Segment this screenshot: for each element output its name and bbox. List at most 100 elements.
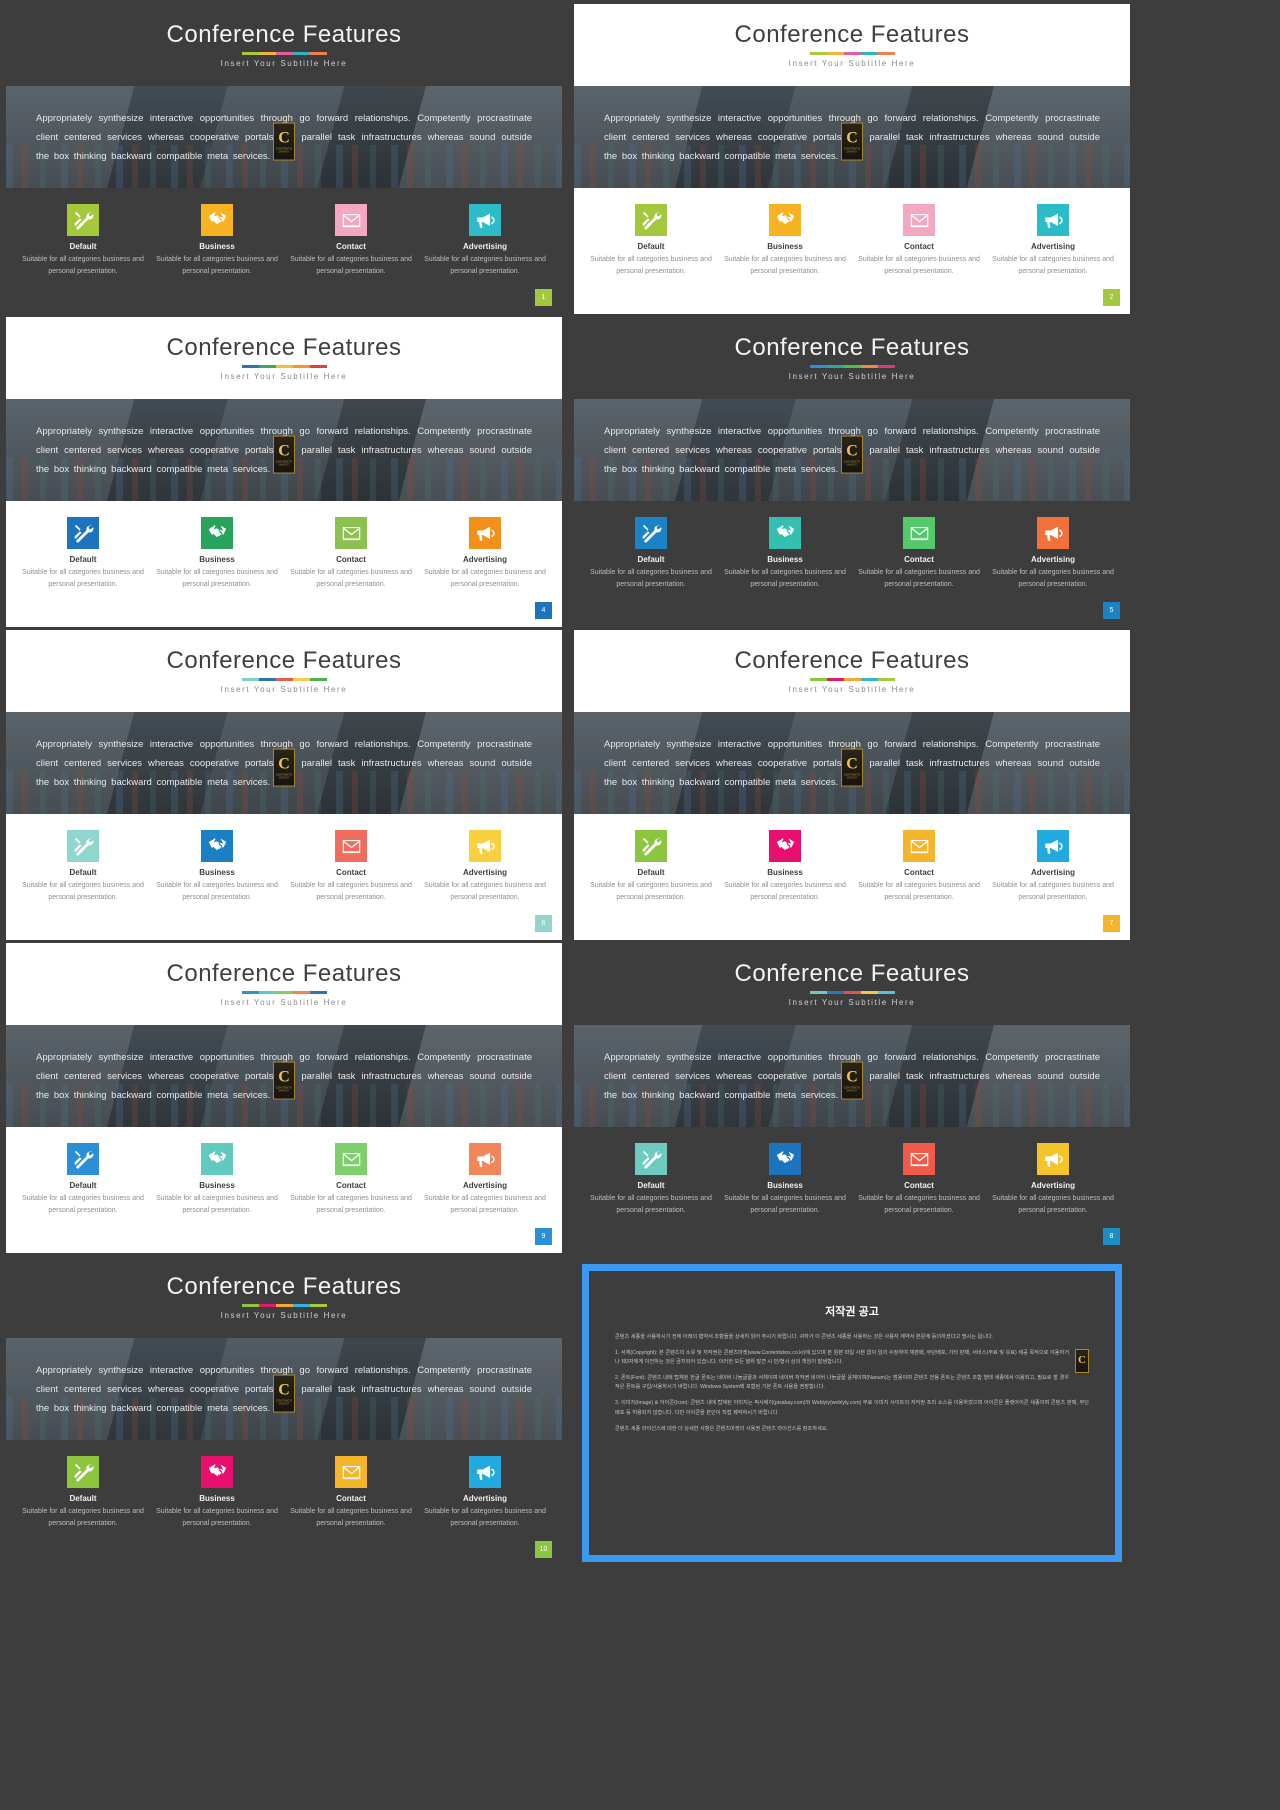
title-underline-rule [241, 677, 327, 681]
feature-item-default: Default Suitable for all categories busin… [584, 517, 718, 592]
copyright-slide-thumbnail[interactable]: 저작권 공고 콘텐츠 세종을 사용하시기 전에 아래의 협약서 조항들을 상세히 … [574, 1256, 1130, 1566]
rule-segment-1 [241, 677, 259, 681]
feature-description: Suitable for all categories business and… [424, 569, 546, 589]
feature-description: Suitable for all categories business and… [992, 1195, 1114, 1215]
slide-header: Conference Features Insert Your Subtitle… [574, 4, 1130, 86]
feature-name: Business [767, 868, 803, 877]
slide-thumbnail-9[interactable]: Conference Features Insert Your Subtitle… [6, 943, 562, 1253]
watermark-letter: C [846, 442, 858, 460]
slide-thumbnail-5[interactable]: Conference Features Insert Your Subtitle… [574, 317, 1130, 627]
page-title: Conference Features [734, 21, 970, 49]
handshake-icon [201, 1143, 233, 1175]
feature-item-advertising: Advertising Suitable for all categories b… [418, 204, 552, 279]
envelope-icon [903, 1143, 935, 1175]
feature-item-default: Default Suitable for all categories busin… [16, 1456, 150, 1531]
feature-description: Suitable for all categories business and… [590, 256, 712, 276]
rule-segment-3 [275, 677, 293, 681]
feature-name: Contact [904, 555, 934, 564]
contents-watermark-icon: C CONTENTS MARKET [273, 1061, 295, 1100]
slide-number-badge: 8 [1103, 1228, 1120, 1245]
handshake-icon [201, 1456, 233, 1488]
slide-body: Appropriately synthesize interactive opp… [6, 712, 562, 814]
feature-name: Default [69, 555, 97, 564]
feature-name: Business [767, 242, 803, 251]
slide-thumbnail-7[interactable]: Conference Features Insert Your Subtitle… [574, 630, 1130, 940]
feature-item-contact: Contact Suitable for all categories busin… [284, 1143, 418, 1218]
page-subtitle: Insert Your Subtitle Here [788, 684, 916, 694]
feature-name: Business [199, 1181, 235, 1190]
slide-thumbnail-8[interactable]: Conference Features Insert Your Subtitle… [574, 943, 1130, 1253]
title-underline-rule [809, 51, 895, 55]
watermark-letter: C [278, 1381, 290, 1399]
feature-item-advertising: Advertising Suitable for all categories b… [418, 1143, 552, 1218]
tools-icon [67, 1456, 99, 1488]
feature-description: Suitable for all categories business and… [22, 1195, 144, 1215]
feature-name: Business [199, 242, 235, 251]
contents-watermark-icon: C [1075, 1349, 1089, 1374]
page-subtitle: Insert Your Subtitle Here [220, 371, 348, 381]
feature-item-advertising: Advertising Suitable for all categories b… [418, 1456, 552, 1531]
feature-name: Contact [904, 868, 934, 877]
tools-icon [67, 517, 99, 549]
feature-name: Contact [904, 1181, 934, 1190]
slide-body: Appropriately synthesize interactive opp… [574, 86, 1130, 188]
slide-footer-features: Default Suitable for all categories busin… [6, 814, 562, 940]
rule-segment-5 [309, 51, 327, 55]
feature-item-business: Business Suitable for all categories busi… [150, 1456, 284, 1531]
rule-segment-1 [809, 364, 827, 368]
megaphone-icon [469, 830, 501, 862]
contents-watermark-icon: C CONTENTS MARKET [841, 435, 863, 474]
slide-thumbnail-10[interactable]: Conference Features Insert Your Subtitle… [6, 1256, 562, 1566]
rule-segment-2 [826, 51, 844, 55]
slide-footer-features: Default Suitable for all categories busin… [574, 188, 1130, 314]
slide-body: Appropriately synthesize interactive opp… [6, 1338, 562, 1440]
feature-item-advertising: Advertising Suitable for all categories b… [986, 830, 1120, 905]
feature-item-business: Business Suitable for all categories busi… [150, 517, 284, 592]
envelope-icon [903, 830, 935, 862]
feature-description: Suitable for all categories business and… [156, 256, 278, 276]
rule-segment-4 [860, 990, 878, 994]
rule-segment-2 [826, 990, 844, 994]
feature-description: Suitable for all categories business and… [156, 569, 278, 589]
rule-segment-3 [275, 1303, 293, 1307]
envelope-icon [903, 204, 935, 236]
slide-number-badge: 6 [535, 915, 552, 932]
handshake-icon [769, 1143, 801, 1175]
rule-segment-3 [843, 990, 861, 994]
envelope-icon [903, 517, 935, 549]
slide-thumbnail-6[interactable]: Conference Features Insert Your Subtitle… [6, 630, 562, 940]
feature-description: Suitable for all categories business and… [590, 569, 712, 589]
feature-item-contact: Contact Suitable for all categories busin… [284, 517, 418, 592]
watermark-line2: MARKET [846, 776, 858, 780]
page-title: Conference Features [166, 21, 402, 49]
slide-footer-features: Default Suitable for all categories busin… [574, 1127, 1130, 1253]
page-title: Conference Features [734, 960, 970, 988]
slide-body: Appropriately synthesize interactive opp… [6, 86, 562, 188]
contents-watermark-icon: C CONTENTS MARKET [273, 748, 295, 787]
slide-thumbnail-1[interactable]: Conference Features Insert Your Subtitle… [6, 4, 562, 314]
tools-icon [67, 1143, 99, 1175]
title-underline-rule [241, 51, 327, 55]
watermark-line2: MARKET [846, 150, 858, 154]
feature-item-business: Business Suitable for all categories busi… [150, 204, 284, 279]
rule-segment-5 [309, 1303, 327, 1307]
watermark-line2: MARKET [278, 463, 290, 467]
feature-description: Suitable for all categories business and… [992, 256, 1114, 276]
envelope-icon [335, 517, 367, 549]
handshake-icon [769, 517, 801, 549]
slide-thumbnail-4[interactable]: Conference Features Insert Your Subtitle… [6, 317, 562, 627]
slide-number-badge: 9 [535, 1228, 552, 1245]
slide-header: Conference Features Insert Your Subtitle… [6, 1256, 562, 1338]
slide-body: Appropriately synthesize interactive opp… [6, 399, 562, 501]
page-subtitle: Insert Your Subtitle Here [788, 371, 916, 381]
contents-watermark-icon: C CONTENTS MARKET [841, 748, 863, 787]
slide-thumbnail-2[interactable]: Conference Features Insert Your Subtitle… [574, 4, 1130, 314]
slide-body: Appropriately synthesize interactive opp… [574, 399, 1130, 501]
handshake-icon [201, 517, 233, 549]
feature-name: Default [637, 242, 665, 251]
feature-description: Suitable for all categories business and… [992, 569, 1114, 589]
feature-name: Contact [336, 1181, 366, 1190]
handshake-icon [201, 830, 233, 862]
rule-segment-1 [809, 990, 827, 994]
feature-description: Suitable for all categories business and… [724, 882, 846, 902]
